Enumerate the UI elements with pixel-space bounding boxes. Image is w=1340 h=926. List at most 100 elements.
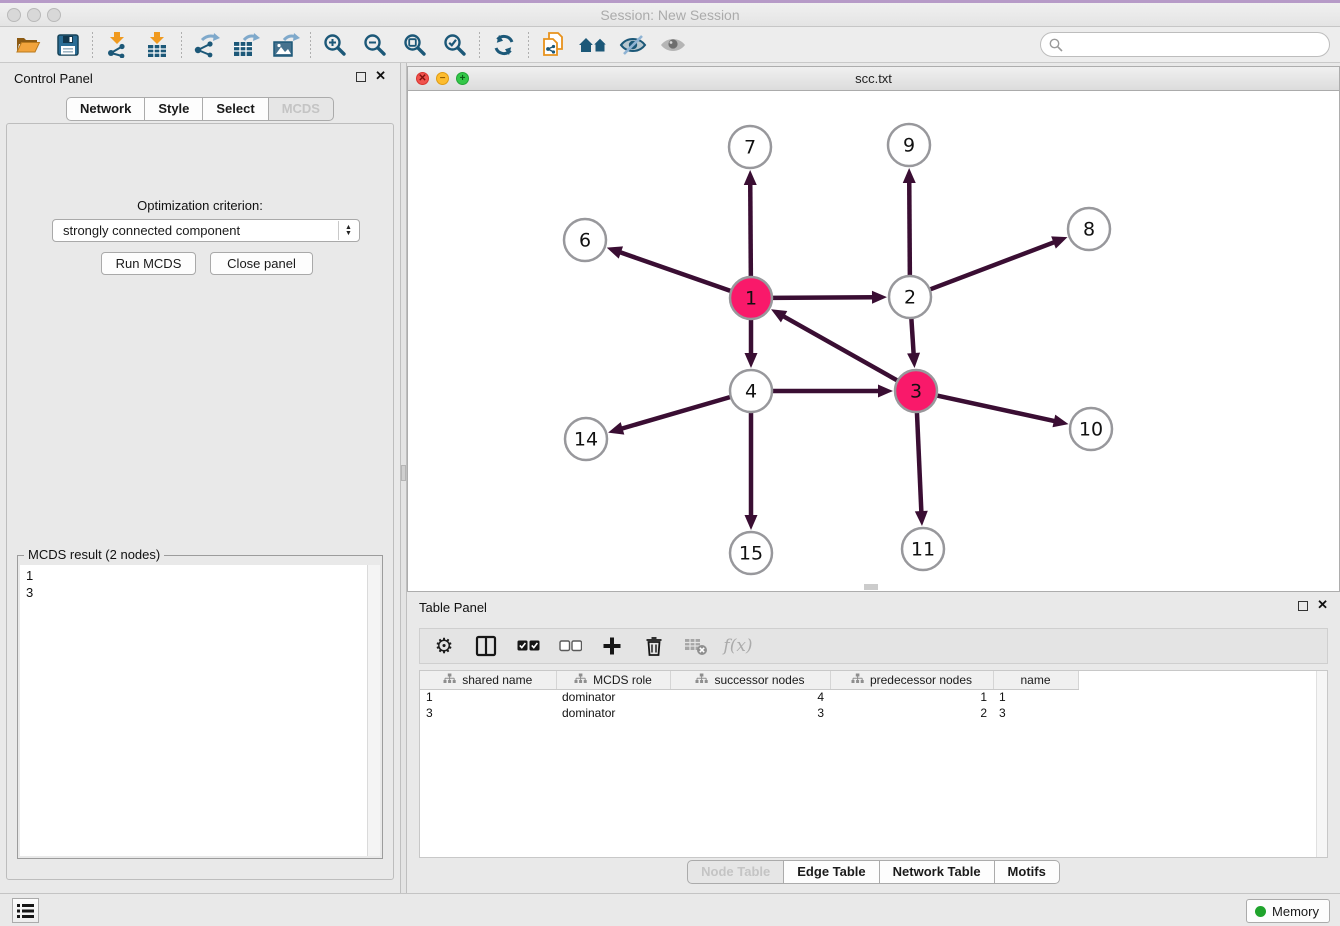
delete-column-button[interactable]	[640, 631, 668, 661]
node-label: 2	[904, 287, 916, 309]
edge-3-11[interactable]	[915, 412, 928, 526]
task-history-button[interactable]	[12, 898, 39, 923]
edge-1-2[interactable]	[772, 291, 887, 304]
column-header-shared-name[interactable]: shared name	[420, 671, 556, 689]
add-column-button[interactable]	[598, 631, 626, 661]
table-cell[interactable]: 3	[670, 705, 830, 721]
close-panel-button[interactable]: Close panel	[210, 252, 313, 275]
column-header-mcds-role[interactable]: MCDS role	[556, 671, 670, 689]
edge-2-3[interactable]	[907, 318, 920, 368]
optimization-criterion-select[interactable]: strongly connected component ▲▼	[52, 219, 360, 242]
edge-arrowhead	[915, 511, 928, 526]
node-2[interactable]: 2	[889, 276, 931, 318]
edge-2-9[interactable]	[903, 168, 916, 276]
edge-1-7[interactable]	[744, 170, 757, 277]
edge-arrowhead	[872, 291, 887, 304]
table-tab-motifs[interactable]: Motifs	[995, 860, 1060, 884]
network-canvas[interactable]: 1 2 3 4 6 7 8 9 10 11 14 15	[408, 91, 1339, 591]
edge-4-15[interactable]	[745, 412, 758, 530]
select-all-columns-button[interactable]	[514, 631, 542, 661]
tab-style[interactable]: Style	[145, 97, 203, 121]
panel-splitter[interactable]	[400, 63, 407, 893]
export-image-button[interactable]	[266, 29, 306, 61]
zoom-out-button[interactable]	[355, 29, 395, 61]
first-neighbors-button[interactable]	[573, 29, 613, 61]
first-neighbors-icon	[578, 34, 608, 56]
zoom-in-button[interactable]	[315, 29, 355, 61]
control-panel-float-icon[interactable]	[356, 72, 366, 82]
column-header-name[interactable]: name	[993, 671, 1078, 689]
node-4[interactable]: 4	[730, 370, 772, 412]
table-cell[interactable]: 3	[420, 705, 556, 721]
node-10[interactable]: 10	[1070, 408, 1112, 450]
table-row[interactable]: 3dominator323	[420, 705, 1078, 721]
tab-select[interactable]: Select	[203, 97, 268, 121]
show-all-button[interactable]	[653, 29, 693, 61]
node-1[interactable]: 1	[730, 277, 772, 319]
deselect-all-columns-button[interactable]	[556, 631, 584, 661]
table-scrollbar[interactable]	[1316, 671, 1327, 857]
node-8[interactable]: 8	[1068, 208, 1110, 250]
node-7[interactable]: 7	[729, 126, 771, 168]
save-session-button[interactable]	[48, 29, 88, 61]
import-network-button[interactable]	[97, 29, 137, 61]
edge-3-10[interactable]	[937, 395, 1069, 427]
table-row[interactable]: 1dominator411	[420, 689, 1078, 705]
table-cell[interactable]: dominator	[556, 689, 670, 705]
edge-3-1[interactable]	[771, 309, 898, 380]
edge-1-6[interactable]	[607, 246, 731, 291]
tab-mcds[interactable]: MCDS	[269, 97, 334, 121]
run-mcds-button[interactable]: Run MCDS	[101, 252, 196, 275]
mcds-result-area[interactable]: 1 3	[20, 565, 380, 856]
duplicate-network-button[interactable]	[533, 29, 573, 61]
hide-selected-button[interactable]	[613, 29, 653, 61]
edge-4-14[interactable]	[608, 397, 731, 435]
refresh-view-button[interactable]	[484, 29, 524, 61]
search-input[interactable]	[1063, 35, 1329, 55]
table-tab-edge-table[interactable]: Edge Table	[784, 860, 879, 884]
unchecked-boxes-icon	[559, 640, 582, 652]
mcds-result-scrollbar[interactable]	[367, 565, 380, 856]
edge-4-3[interactable]	[772, 385, 893, 398]
table-tab-node-table[interactable]: Node Table	[687, 860, 784, 884]
edge-2-8[interactable]	[930, 236, 1068, 289]
export-table-button[interactable]	[226, 29, 266, 61]
table-cell[interactable]: 1	[830, 689, 993, 705]
table-cell[interactable]: 1	[993, 689, 1078, 705]
control-panel-close-icon[interactable]: ✕	[375, 68, 386, 84]
node-14[interactable]: 14	[565, 418, 607, 460]
export-network-icon	[192, 32, 220, 58]
tab-network[interactable]: Network	[66, 97, 145, 121]
function-builder-button[interactable]: f(x)	[724, 631, 752, 661]
table-panel-close-icon[interactable]: ✕	[1317, 597, 1328, 613]
table-cell[interactable]: 2	[830, 705, 993, 721]
splitter-grip[interactable]	[401, 465, 406, 481]
node-9[interactable]: 9	[888, 124, 930, 166]
table-cell[interactable]: 1	[420, 689, 556, 705]
memory-button[interactable]: Memory	[1246, 899, 1330, 923]
table-cell[interactable]: 4	[670, 689, 830, 705]
table-panel-float-icon[interactable]	[1298, 601, 1308, 611]
delete-table-button[interactable]	[682, 631, 710, 661]
network-resize-grip[interactable]	[864, 584, 878, 590]
table-tab-network-table[interactable]: Network Table	[880, 860, 995, 884]
trash-icon	[644, 635, 664, 657]
node-3[interactable]: 3	[895, 370, 937, 412]
zoom-selected-button[interactable]	[435, 29, 475, 61]
column-header-successor-nodes[interactable]: successor nodes	[670, 671, 830, 689]
node-15[interactable]: 15	[730, 532, 772, 574]
table-cell[interactable]: 3	[993, 705, 1078, 721]
table-cell[interactable]: dominator	[556, 705, 670, 721]
show-column-panel-button[interactable]	[472, 631, 500, 661]
table-options-gear-button[interactable]: ⚙	[430, 631, 458, 661]
node-6[interactable]: 6	[564, 219, 606, 261]
zoom-fit-button[interactable]	[395, 29, 435, 61]
export-network-button[interactable]	[186, 29, 226, 61]
column-header-predecessor-nodes[interactable]: predecessor nodes	[830, 671, 993, 689]
network-window-title: scc.txt	[408, 71, 1339, 86]
import-table-button[interactable]	[137, 29, 177, 61]
edge-1-4[interactable]	[745, 319, 758, 368]
open-file-button[interactable]	[8, 29, 48, 61]
table-panel-tabbar: Node TableEdge TableNetwork TableMotifs	[407, 860, 1340, 884]
node-11[interactable]: 11	[902, 528, 944, 570]
